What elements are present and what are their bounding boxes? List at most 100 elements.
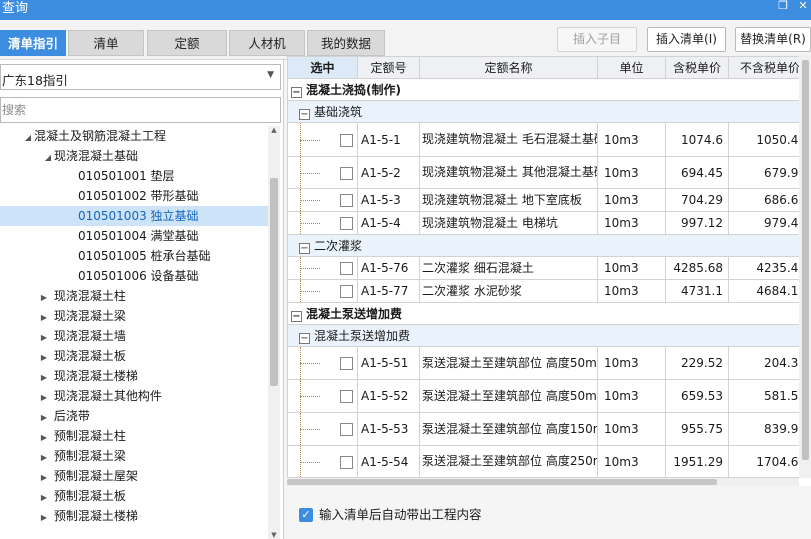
- collapsed-icon[interactable]: ▶: [38, 368, 50, 388]
- tree-scrollbar[interactable]: ▲ ▼: [268, 126, 280, 539]
- title-bar: 查询 ❐ ✕: [0, 0, 811, 20]
- collapse-icon[interactable]: −: [299, 243, 310, 254]
- collapse-icon[interactable]: −: [299, 109, 310, 120]
- row-checkbox[interactable]: [340, 217, 353, 230]
- subgroup-row[interactable]: − 基础浇筑: [287, 100, 811, 123]
- collapsed-icon[interactable]: ▶: [38, 308, 50, 328]
- table-row[interactable]: A1-5-53 泵送混凝土至建筑部位 高度150m~250m 10m3 955.…: [287, 412, 811, 446]
- guide-tree: ◢ 混凝土及钢筋混凝土工程 ◢ 现浇混凝土基础 010501001 垫层 01050…: [0, 126, 268, 539]
- auto-bring-checkbox[interactable]: ✓: [299, 508, 313, 522]
- close-icon[interactable]: ✕: [796, 0, 810, 12]
- collapsed-icon[interactable]: ▶: [38, 328, 50, 348]
- table-row[interactable]: A1-5-3 现浇建筑物混凝土 地下室底板 10m3 704.29 686.61: [287, 188, 811, 212]
- table-row[interactable]: A1-5-52 泵送混凝土至建筑部位 高度50m~150m 10m3 659.5…: [287, 379, 811, 413]
- scroll-up-icon[interactable]: ▲: [268, 126, 280, 134]
- table-row[interactable]: A1-5-76 二次灌浆 细石混凝土 10m3 4285.68 4235.48: [287, 256, 811, 280]
- collapsed-icon[interactable]: ▶: [38, 508, 50, 528]
- collapsed-icon[interactable]: ▶: [38, 408, 50, 428]
- row-checkbox[interactable]: [340, 166, 353, 180]
- table-row[interactable]: A1-5-4 现浇建筑物混凝土 电梯坑 10m3 997.12 979.47: [287, 211, 811, 235]
- tab-my-data[interactable]: 我的数据: [307, 30, 385, 56]
- header-tax-price[interactable]: 含税单价: [665, 56, 729, 79]
- auto-bring-label[interactable]: 输入清单后自动带出工程内容: [319, 508, 482, 522]
- row-checkbox[interactable]: [340, 194, 353, 207]
- guide-select-value: 广东18指引: [2, 73, 68, 88]
- tree-node-cast-beam[interactable]: ▶ 现浇混凝土梁: [38, 306, 126, 326]
- tree-node-precast-stair[interactable]: ▶ 预制混凝土楼梯: [38, 506, 138, 526]
- subgroup-row[interactable]: − 二次灌浆: [287, 234, 811, 257]
- collapsed-icon[interactable]: ▶: [38, 288, 50, 308]
- subgroup-row[interactable]: − 混凝土泵送增加费: [287, 324, 811, 347]
- collapsed-icon[interactable]: ▶: [38, 488, 50, 508]
- window-title: 查询: [2, 1, 29, 16]
- guide-panel: 广东18指引 ▼ ◢混凝土及钢筋混凝土工程 ◢现浇混凝土基础 010501001…: [0, 60, 284, 539]
- collapse-icon[interactable]: −: [291, 311, 302, 322]
- row-checkbox[interactable]: [340, 455, 353, 469]
- tree-node-precast-column[interactable]: ▶ 预制混凝土柱: [38, 426, 126, 446]
- tab-quota[interactable]: 定额: [147, 30, 227, 56]
- search-input[interactable]: [0, 97, 281, 123]
- grid-hscroll-thumb[interactable]: [287, 479, 717, 485]
- grid-scrollbar[interactable]: [799, 56, 811, 478]
- tree-node-precast-slab[interactable]: ▶ 预制混凝土板: [38, 486, 126, 506]
- row-checkbox[interactable]: [340, 285, 353, 298]
- tree-node-cast-slab[interactable]: ▶ 现浇混凝土板: [38, 346, 126, 366]
- tree-node-cast-other[interactable]: ▶ 现浇混凝土其他构件: [38, 386, 162, 406]
- tree-node-010501002[interactable]: 010501002 带形基础: [78, 186, 199, 206]
- group-row[interactable]: − 混凝土浇捣(制作): [287, 78, 811, 101]
- tab-labor-material-machine[interactable]: 人材机: [229, 30, 305, 56]
- tree-node-010501005[interactable]: 010501005 桩承台基础: [78, 246, 211, 266]
- tree-node-cast-column[interactable]: ▶ 现浇混凝土柱: [38, 286, 126, 306]
- expanded-icon[interactable]: ◢: [22, 128, 34, 148]
- header-quota-name[interactable]: 定额名称: [419, 56, 598, 79]
- tree-node-cast-in-place-foundation[interactable]: ◢ 现浇混凝土基础: [42, 146, 138, 166]
- tree-node-010501003[interactable]: 010501003 独立基础: [0, 206, 268, 226]
- collapsed-icon[interactable]: ▶: [38, 388, 50, 408]
- insert-list-button[interactable]: 插入清单(I): [647, 27, 726, 52]
- header-unit[interactable]: 单位: [597, 56, 666, 79]
- tree-node-precast-truss[interactable]: ▶ 预制混凝土屋架: [38, 466, 138, 486]
- restore-icon[interactable]: ❐: [776, 0, 790, 12]
- tab-list[interactable]: 清单: [68, 30, 144, 56]
- group-row[interactable]: − 混凝土泵送增加费: [287, 302, 811, 325]
- chevron-down-icon[interactable]: ▼: [267, 70, 274, 80]
- table-row[interactable]: A1-5-77 二次灌浆 水泥砂浆 10m3 4731.1 4684.18: [287, 279, 811, 303]
- tree-scroll-thumb[interactable]: [270, 178, 278, 386]
- tree-node-cast-wall[interactable]: ▶ 现浇混凝土墙: [38, 326, 126, 346]
- header-quota-code[interactable]: 定额号: [357, 56, 420, 79]
- tree-node-concrete-works[interactable]: ◢ 混凝土及钢筋混凝土工程: [22, 126, 166, 146]
- tab-list-guide[interactable]: 清单指引: [0, 30, 66, 56]
- guide-select[interactable]: 广东18指引 ▼: [0, 64, 281, 90]
- tab-bar: 清单指引 清单 定额 人材机 我的数据 插入子目 插入清单(I) 替换清单(R): [0, 20, 811, 60]
- header-select[interactable]: 选中: [287, 56, 358, 79]
- collapsed-icon[interactable]: ▶: [38, 468, 50, 488]
- table-row[interactable]: A1-5-2 现浇建筑物混凝土 其他混凝土基础 10m3 694.45 679.…: [287, 156, 811, 189]
- table-row[interactable]: A1-5-54 泵送混凝土至建筑部位 高度250m~350m 10m3 1951…: [287, 445, 811, 478]
- row-checkbox[interactable]: [340, 357, 353, 370]
- row-checkbox[interactable]: [340, 262, 353, 275]
- tree-node-cast-stair[interactable]: ▶ 现浇混凝土楼梯: [38, 366, 138, 386]
- row-checkbox[interactable]: [340, 423, 353, 436]
- insert-child-button[interactable]: 插入子目: [557, 27, 637, 52]
- table-row[interactable]: A1-5-51 泵送混凝土至建筑部位 高度50m以内(含±0.00以下) 10m…: [287, 346, 811, 380]
- table-row[interactable]: A1-5-1 现浇建筑物混凝土 毛石混凝土基础 10m3 1074.6 1050…: [287, 122, 811, 157]
- collapse-icon[interactable]: −: [299, 333, 310, 344]
- expanded-icon[interactable]: ◢: [42, 148, 54, 168]
- grid-horizontal-scrollbar[interactable]: [287, 478, 799, 486]
- tree-node-precast-beam[interactable]: ▶ 预制混凝土梁: [38, 446, 126, 466]
- collapsed-icon[interactable]: ▶: [38, 428, 50, 448]
- replace-list-button[interactable]: 替换清单(R): [735, 27, 811, 52]
- collapse-icon[interactable]: −: [291, 87, 302, 98]
- tree-node-post-pour-strip[interactable]: ▶ 后浇带: [38, 406, 90, 426]
- collapsed-icon[interactable]: ▶: [38, 348, 50, 368]
- quota-table: 选中 定额号 定额名称 单位 含税单价 不含税单价 − 混凝土浇捣(制作) − 基础…: [287, 56, 811, 478]
- row-checkbox[interactable]: [340, 133, 353, 147]
- tree-node-010501006[interactable]: 010501006 设备基础: [78, 266, 199, 286]
- footer: ✓ 输入清单后自动带出工程内容: [287, 486, 811, 539]
- collapsed-icon[interactable]: ▶: [38, 448, 50, 468]
- row-checkbox[interactable]: [340, 390, 353, 403]
- tree-node-010501001[interactable]: 010501001 垫层: [78, 166, 175, 186]
- tree-node-010501004[interactable]: 010501004 满堂基础: [78, 226, 199, 246]
- scroll-down-icon[interactable]: ▼: [268, 531, 280, 539]
- grid-scroll-thumb[interactable]: [802, 60, 809, 460]
